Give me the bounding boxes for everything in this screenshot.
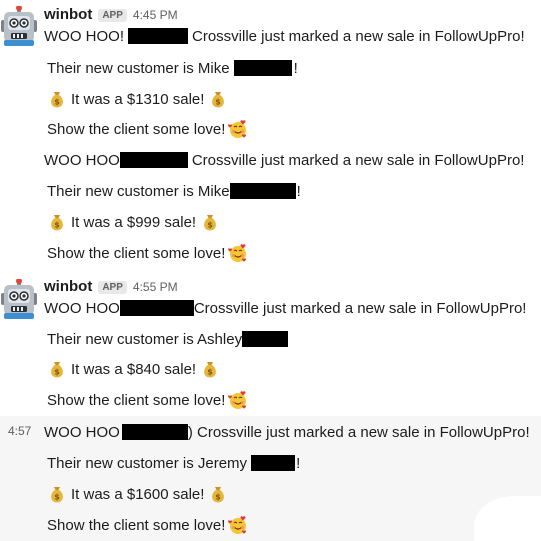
message-line: Their new customer is Jeremy !: [47, 453, 300, 473]
smiling-face-with-hearts-icon: [228, 119, 248, 139]
message-text: !: [296, 182, 301, 200]
sender-name[interactable]: winbot: [44, 278, 92, 295]
message-line: Show the client some love!: [47, 515, 248, 535]
message-text: Their new customer is Mike: [47, 182, 230, 200]
message-line: WOO HOO Crossville just marked a new sal…: [44, 298, 526, 318]
message-line: WOO HOO! Crossville just marked a new sa…: [44, 26, 525, 46]
message-text: It was a $840 sale!: [71, 360, 197, 378]
redaction-box: [128, 28, 188, 44]
app-badge: APP: [98, 281, 127, 294]
message-header: winbot APP 4:55 PM: [44, 278, 178, 295]
money-bag-icon: [208, 89, 228, 109]
message-text: It was a $999 sale!: [71, 213, 197, 231]
message-line: It was a $1600 sale!: [47, 484, 228, 504]
message-text: WOO HOO!: [44, 27, 124, 45]
redaction-box: [119, 152, 188, 168]
message-text: WOO HOO: [44, 423, 120, 441]
message-line: It was a $999 sale!: [47, 212, 220, 232]
message-text: It was a $1310 sale!: [71, 90, 205, 108]
message-line: Show the client some love!: [47, 390, 248, 410]
money-bag-icon: [47, 359, 67, 379]
message-text: !: [293, 59, 298, 77]
message-line: Their new customer is Mike !: [47, 58, 298, 78]
money-bag-icon: [208, 484, 228, 504]
message-text: Their new customer is Mike: [47, 59, 230, 77]
message-text: Crossville just marked a new sale in Fol…: [191, 151, 525, 169]
message-timestamp[interactable]: 4:55 PM: [133, 280, 178, 294]
message-line: Show the client some love!: [47, 243, 248, 263]
message-line: WOO HOO ) Crossville just marked a new s…: [44, 422, 530, 442]
message-text: Their new customer is Jeremy: [47, 454, 248, 472]
app-badge: APP: [98, 9, 127, 22]
message-line: It was a $1310 sale!: [47, 89, 228, 109]
message-text: Show the client some love!: [47, 391, 226, 409]
message-text: ) Crossville just marked a new sale in F…: [187, 423, 530, 441]
message-text: Show the client some love!: [47, 516, 226, 534]
message-line: Their new customer is Mike !: [47, 181, 301, 201]
message-text: WOO HOO: [44, 299, 120, 317]
message-text: Show the client some love!: [47, 244, 226, 262]
robot-icon[interactable]: [0, 6, 38, 46]
money-bag-icon: [47, 484, 67, 504]
message-text: Crossville just marked a new sale in Fol…: [192, 27, 525, 45]
message-line: It was a $840 sale!: [47, 359, 220, 379]
sender-name[interactable]: winbot: [44, 6, 92, 23]
robot-icon[interactable]: [0, 279, 38, 319]
message-line: Their new customer is Ashley: [47, 329, 289, 349]
message-text: Crossville just marked a new sale in Fol…: [193, 299, 527, 317]
message-timestamp[interactable]: 4:45 PM: [133, 8, 178, 22]
message-text: Their new customer is Ashley: [47, 330, 243, 348]
redaction-box: [121, 424, 188, 440]
redaction-box: [229, 183, 296, 199]
smiling-face-with-hearts-icon: [228, 515, 248, 535]
hover-timestamp[interactable]: 4:57: [8, 424, 31, 438]
message-text: It was a $1600 sale!: [71, 485, 205, 503]
smiling-face-with-hearts-icon: [228, 243, 248, 263]
message-text: Show the client some love!: [47, 120, 226, 138]
money-bag-icon: [200, 212, 220, 232]
message-header: winbot APP 4:45 PM: [44, 6, 178, 23]
message-text: !: [296, 454, 301, 472]
redaction-box: [251, 455, 296, 471]
message-line: Show the client some love!: [47, 119, 248, 139]
money-bag-icon: [47, 212, 67, 232]
money-bag-icon: [200, 359, 220, 379]
message-text: WOO HOO: [44, 151, 120, 169]
smiling-face-with-hearts-icon: [228, 390, 248, 410]
message-line: WOO HOO Crossville just marked a new sal…: [44, 150, 524, 170]
redaction-box: [119, 300, 194, 316]
redaction-box: [233, 60, 292, 76]
money-bag-icon: [47, 89, 67, 109]
redaction-box: [242, 331, 289, 347]
